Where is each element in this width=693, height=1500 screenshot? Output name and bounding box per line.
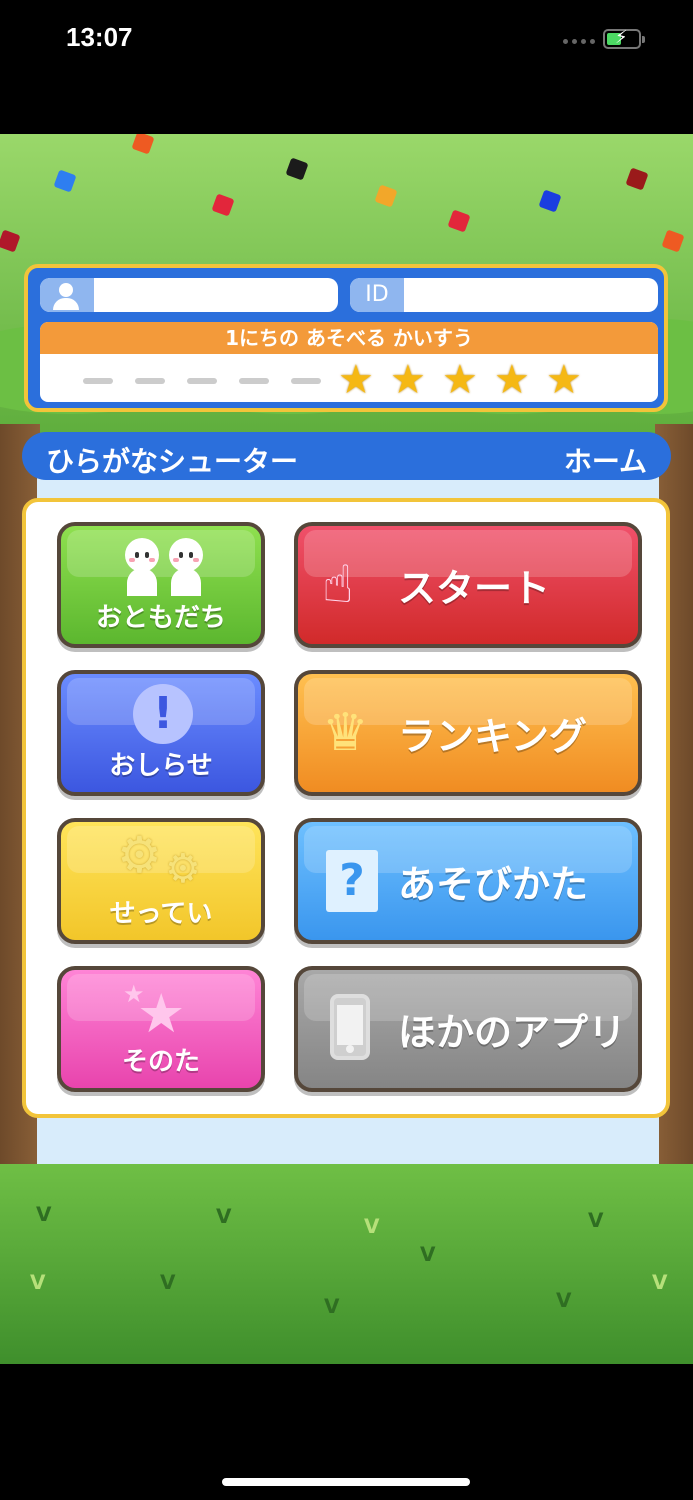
- news-button[interactable]: ! おしらせ: [57, 670, 265, 796]
- daily-plays-header: 1にちの あそべる かいすう: [40, 322, 658, 354]
- friends-label: おともだち: [95, 603, 226, 633]
- settings-label: せってい: [109, 899, 213, 929]
- gear-icon: ⚙: [117, 826, 162, 884]
- used-play-dash: [83, 378, 113, 384]
- friends-button[interactable]: おともだち: [57, 522, 265, 648]
- ranking-label: ランキング: [398, 714, 587, 759]
- smartphone-icon: [330, 994, 370, 1060]
- news-label: おしらせ: [109, 751, 213, 781]
- ranking-button[interactable]: ♛ ランキング: [294, 670, 642, 796]
- user-icon: [40, 278, 94, 312]
- home-menu-panel: おともだち ☝ スタート ! おしらせ ♛ ランキング ⚙ ⚙ せってい ? あ…: [22, 498, 670, 1118]
- how-to-play-label: あそびかた: [398, 862, 589, 907]
- other-label: そのた: [121, 1047, 200, 1077]
- status-bar: 13:07 ⚡: [0, 0, 693, 80]
- friend-icon: [123, 538, 161, 596]
- game-screen: ᐯ ᐯ ᐯ ᐯ ᐯ ᐯ ᐯ ᐯ ᐯ ᐯ ID 1にちの あそべる かいすう ★ ★…: [0, 134, 693, 1364]
- title-bar: ひらがなシューター ホーム: [22, 432, 671, 480]
- other-apps-button[interactable]: ほかのアプリ: [294, 966, 642, 1092]
- remaining-play-star-icon: ★: [546, 357, 582, 402]
- screen-title: ホーム: [563, 445, 647, 478]
- settings-button[interactable]: ⚙ ⚙ せってい: [57, 818, 265, 944]
- other-button[interactable]: ★ ★ そのた: [57, 966, 265, 1092]
- used-play-dash: [291, 378, 321, 384]
- question-icon: ?: [326, 850, 378, 912]
- grass-ground: ᐯ ᐯ ᐯ ᐯ ᐯ ᐯ ᐯ ᐯ ᐯ ᐯ: [0, 1164, 693, 1364]
- remaining-play-star-icon: ★: [390, 357, 426, 402]
- pointing-hand-icon: ☝: [322, 555, 354, 615]
- start-label: スタート: [398, 566, 551, 611]
- id-label: ID: [350, 278, 404, 312]
- remaining-play-star-icon: ★: [442, 357, 478, 402]
- daily-plays-box: 1にちの あそべる かいすう ★ ★ ★ ★ ★: [40, 322, 658, 402]
- how-to-play-button[interactable]: ? あそびかた: [294, 818, 642, 944]
- friend-icon: [167, 538, 205, 596]
- battery-charging-icon: ⚡: [603, 28, 645, 49]
- signal-icon: [563, 39, 595, 44]
- crown-icon: ♛: [322, 703, 369, 763]
- start-button[interactable]: ☝ スタート: [294, 522, 642, 648]
- player-profile-panel: ID 1にちの あそべる かいすう ★ ★ ★ ★ ★: [24, 264, 668, 412]
- other-apps-label: ほかのアプリ: [398, 1010, 627, 1055]
- used-play-dash: [187, 378, 217, 384]
- remaining-play-star-icon: ★: [338, 357, 374, 402]
- home-indicator[interactable]: [222, 1478, 470, 1486]
- used-play-dash: [239, 378, 269, 384]
- status-time: 13:07: [66, 22, 133, 52]
- app-title: ひらがなシューター: [46, 445, 299, 478]
- gear-icon: ⚙: [165, 846, 201, 892]
- used-play-dash: [135, 378, 165, 384]
- exclamation-icon: !: [133, 684, 193, 744]
- player-id-field[interactable]: ID: [350, 278, 658, 312]
- remaining-play-star-icon: ★: [494, 357, 530, 402]
- star-icon: ★: [137, 982, 186, 1045]
- player-name-field[interactable]: [40, 278, 338, 312]
